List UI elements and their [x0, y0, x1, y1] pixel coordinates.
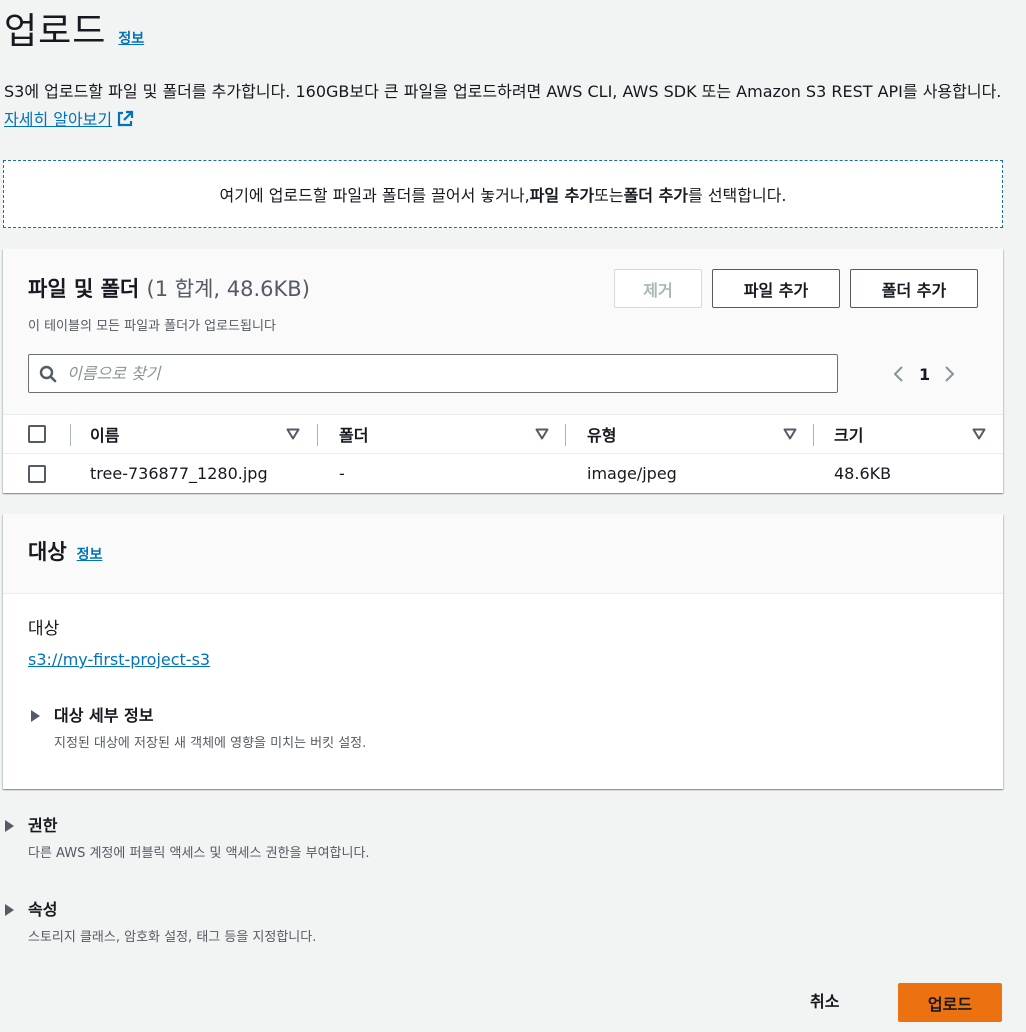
pagination: 1 [883, 359, 965, 389]
dropzone-middle: 또는 [594, 186, 624, 205]
destination-title-text: 대상 [28, 540, 67, 564]
files-table: 이름 폴더 유형 크기 tree-736877_1280.jpg - image… [3, 414, 1003, 493]
current-page[interactable]: 1 [919, 365, 930, 384]
sort-down-icon [535, 428, 549, 440]
row-checkbox-cell [28, 454, 46, 493]
column-folder-label: 폴더 [339, 426, 369, 445]
table-row: tree-736877_1280.jpg - image/jpeg 48.6KB [3, 454, 1003, 493]
row-name: tree-736877_1280.jpg [90, 464, 268, 483]
dropzone-prefix: 여기에 업로드할 파일과 폴더를 끌어서 놓거나, [219, 186, 530, 205]
prev-page-icon[interactable] [883, 359, 913, 389]
table-header-row: 이름 폴더 유형 크기 [3, 414, 1003, 454]
row-checkbox[interactable] [28, 464, 46, 483]
search-input[interactable] [67, 364, 767, 383]
caret-right-icon [30, 706, 54, 722]
destination-info-link[interactable]: 정보 [77, 544, 103, 564]
column-divider [813, 424, 814, 446]
select-all-checkbox[interactable] [28, 425, 46, 443]
learn-more-link[interactable]: 자세히 알아보기 [4, 110, 134, 129]
column-divider [565, 424, 566, 446]
destination-label: 대상 [28, 619, 60, 639]
page-description: S3에 업로드할 파일 및 폴더를 추가합니다. 160GB보다 큰 파일을 업… [4, 78, 1014, 137]
column-type-label: 유형 [587, 426, 617, 445]
destination-panel: 대상 정보 대상 s3://my-first-project-s3 대상 세부 … [3, 514, 1003, 789]
drop-zone[interactable]: 여기에 업로드할 파일과 폴더를 끌어서 놓거나, 파일 추가 또는 폴더 추가… [3, 160, 1003, 228]
upload-button[interactable]: 업로드 [898, 983, 1002, 1022]
select-all-checkbox-cell [28, 415, 46, 453]
properties-desc: 스토리지 클래스, 암호화 설정, 태그 등을 지정합니다. [28, 930, 317, 945]
permissions-desc: 다른 AWS 계정에 퍼블릭 액세스 및 액세스 권한을 부여합니다. [28, 846, 370, 861]
column-header-type[interactable]: 유형 [587, 415, 797, 453]
files-title-text: 파일 및 폴더 [28, 277, 140, 301]
permissions-expander[interactable]: 권한 다른 AWS 계정에 퍼블릭 액세스 및 액세스 권한을 부여합니다. [4, 816, 370, 861]
learn-more-label: 자세히 알아보기 [4, 110, 113, 129]
files-panel-title: 파일 및 폴더 (1 합계, 48.6KB) [28, 273, 310, 303]
column-header-size[interactable]: 크기 [834, 415, 986, 453]
destination-details-title: 대상 세부 정보 [54, 706, 154, 725]
external-link-icon [116, 109, 134, 137]
add-folder-button[interactable]: 폴더 추가 [850, 269, 978, 308]
files-panel: 파일 및 폴더 (1 합계, 48.6KB) 이 테이블의 모든 파일과 폴더가… [3, 249, 1003, 493]
column-divider [70, 424, 71, 446]
column-size-label: 크기 [834, 426, 864, 445]
sort-down-icon [972, 428, 986, 440]
destination-title: 대상 정보 [28, 536, 102, 566]
column-header-name[interactable]: 이름 [90, 415, 300, 453]
dropzone-add-files: 파일 추가 [529, 186, 595, 205]
row-folder: - [339, 464, 345, 483]
row-size: 48.6KB [834, 464, 892, 483]
add-files-button[interactable]: 파일 추가 [712, 269, 840, 308]
column-name-label: 이름 [90, 426, 120, 445]
sort-down-icon [783, 428, 797, 440]
column-header-folder[interactable]: 폴더 [339, 415, 549, 453]
properties-title: 속성 [28, 900, 58, 919]
properties-expander[interactable]: 속성 스토리지 클래스, 암호화 설정, 태그 등을 지정합니다. [4, 900, 316, 945]
cancel-button[interactable]: 취소 [810, 988, 839, 1012]
dropzone-suffix: 를 선택합니다. [688, 186, 787, 205]
files-panel-subtitle: 이 테이블의 모든 파일과 폴더가 업로드됩니다 [28, 319, 276, 334]
page-title: 업로드 [4, 11, 107, 52]
sort-down-icon [286, 428, 300, 440]
files-count: (1 합계, 48.6KB) [146, 277, 310, 301]
destination-details-expander[interactable]: 대상 세부 정보 지정된 대상에 저장된 새 객체에 영향을 미치는 버킷 설정… [30, 706, 366, 751]
caret-right-icon [4, 900, 28, 916]
destination-panel-header: 대상 정보 [3, 514, 1003, 594]
caret-right-icon [4, 816, 28, 832]
remove-button[interactable]: 제거 [614, 269, 702, 308]
destination-details-desc: 지정된 대상에 저장된 새 객체에 영향을 미치는 버킷 설정. [54, 736, 367, 751]
files-panel-header: 파일 및 폴더 (1 합계, 48.6KB) 이 테이블의 모든 파일과 폴더가… [3, 249, 1003, 414]
search-icon [29, 365, 67, 383]
header-info-link[interactable]: 정보 [118, 28, 144, 48]
dropzone-add-folder: 폴더 추가 [623, 186, 689, 205]
row-type: image/jpeg [587, 464, 677, 483]
page-header: 업로드 정보 [4, 2, 144, 54]
next-page-icon[interactable] [935, 359, 965, 389]
column-divider [317, 424, 318, 446]
description-text: S3에 업로드할 파일 및 폴더를 추가합니다. 160GB보다 큰 파일을 업… [4, 82, 1002, 101]
search-box [28, 354, 838, 393]
permissions-title: 권한 [28, 816, 58, 835]
destination-value-link[interactable]: s3://my-first-project-s3 [28, 650, 210, 669]
